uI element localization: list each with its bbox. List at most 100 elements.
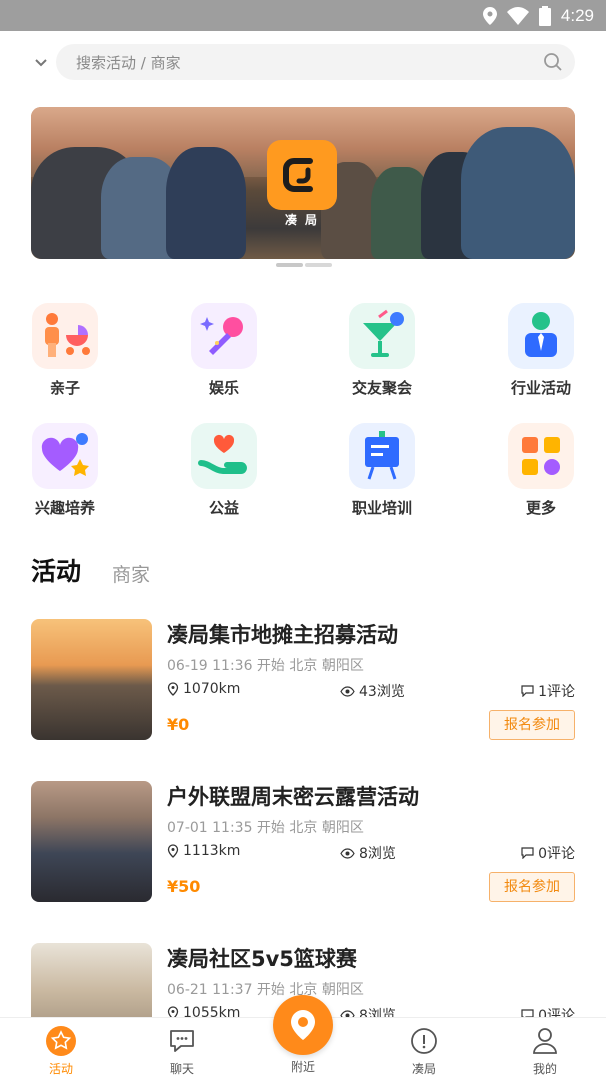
banner-person [461,127,575,259]
category-label: 娱乐 [208,379,239,397]
views-text: 43浏览 [359,684,405,700]
nav-chat[interactable]: 聊天 [142,1026,222,1077]
status-bar: 4:29 [0,0,606,31]
category-industry[interactable]: 行业活动 [491,303,591,413]
search-icon[interactable] [543,52,563,72]
category-training[interactable]: 职业培训 [332,423,432,533]
activity-title: 凑局社区5v5篮球赛 [167,947,357,971]
nav-mine[interactable]: 我的 [505,1026,585,1077]
list-item[interactable]: 户外联盟周末密云露营活动 07-01 11:35 开始 北京 朝阳区 1113k… [31,781,575,903]
category-charity[interactable]: 公益 [174,423,274,533]
category-label: 亲子 [49,379,80,397]
join-button[interactable]: 报名参加 [489,710,575,740]
nav-nearby[interactable] [273,995,333,1055]
easel-board-icon [349,423,415,489]
location-pin-icon [167,682,179,696]
chat-icon [167,1026,197,1056]
comments-text: 0评论 [538,846,575,862]
category-label: 交友聚会 [351,379,412,397]
user-icon [530,1026,560,1056]
heart-star-icon [32,423,98,489]
activity-title: 凑局集市地摊主招募活动 [167,623,398,647]
nav-activities[interactable]: 活动 [21,1026,101,1077]
views-text: 8浏览 [359,1008,396,1017]
category-hobby[interactable]: 兴趣培养 [15,423,115,533]
chevron-down-icon[interactable] [33,54,49,70]
location-pin-icon [167,844,179,858]
activity-distance: 1113km [167,843,240,859]
nav-label: 我的 [532,1062,557,1076]
distance-text: 1113km [183,843,241,859]
category-parent-child[interactable]: 亲子 [15,303,115,413]
banner-person [166,147,246,259]
comment-icon [521,1009,534,1017]
eye-icon [340,847,355,859]
distance-text: 1070km [183,681,241,697]
distance-text: 1055km [183,1005,241,1017]
activity-price: ¥50 [167,877,201,896]
search-placeholder: 搜索活动 / 商家 [76,54,181,72]
comment-icon [521,685,534,697]
activity-title: 户外联盟周末密云露营活动 [167,785,419,809]
activity-meta: 06-21 11:37 开始 北京 朝阳区 [167,982,364,998]
search-row: 搜索活动 / 商家 [0,44,606,82]
activity-thumbnail [31,781,152,902]
cocktail-icon [349,303,415,369]
comment-icon [521,847,534,859]
status-time: 4:29 [560,5,594,25]
activity-comments: 1评论 [521,681,575,701]
category-more[interactable]: 更多 [491,423,591,533]
activity-price: ¥0 [167,715,190,734]
category-label: 行业活动 [510,379,571,397]
business-person-icon [508,303,574,369]
activity-views: 8浏览 [340,1005,396,1017]
activity-views: 8浏览 [340,843,396,863]
app-logo [267,140,337,210]
battery-icon [538,5,551,26]
activity-comments: 0评论 [521,1005,575,1017]
activity-distance: 1070km [167,681,240,697]
search-input[interactable]: 搜索活动 / 商家 [56,44,575,80]
location-pin-icon [167,1006,179,1017]
activity-thumbnail [31,943,152,1017]
wifi-icon [506,6,529,25]
activity-thumbnail [31,619,152,740]
activity-meta: 06-19 11:36 开始 北京 朝阳区 [167,658,364,674]
comments-text: 0评论 [538,1008,575,1017]
tab-merchants[interactable]: 商家 [112,560,150,587]
category-label: 职业培训 [351,499,412,517]
nav-label: 凑局 [411,1062,436,1076]
eye-icon [340,1009,355,1017]
activity-distance: 1055km [167,1005,240,1017]
tab-activities[interactable]: 活动 [31,552,81,588]
category-label: 兴趣培养 [34,499,95,517]
more-grid-icon [508,423,574,489]
eye-icon [340,685,355,697]
activity-meta: 07-01 11:35 开始 北京 朝阳区 [167,820,364,836]
comments-text: 1评论 [538,684,575,700]
banner-carousel[interactable]: 凑局 [31,107,575,259]
location-icon [482,6,497,25]
map-pin-icon [291,1010,315,1040]
coju-logo-icon [283,158,313,192]
list-item[interactable]: 凑局集市地摊主招募活动 06-19 11:36 开始 北京 朝阳区 1070km… [31,619,575,741]
nav-coju[interactable]: 凑局 [384,1026,464,1077]
category-label: 公益 [208,499,239,517]
logo-caption: 凑局 [285,213,326,227]
nav-label: 附近 [290,1060,315,1074]
activity-views: 43浏览 [340,681,405,701]
category-social[interactable]: 交友聚会 [332,303,432,413]
info-circle-icon [409,1026,439,1056]
carousel-indicator [276,263,332,267]
category-label: 更多 [525,499,556,517]
views-text: 8浏览 [359,846,396,862]
join-button[interactable]: 报名参加 [489,872,575,902]
star-badge-icon [46,1026,76,1056]
charity-hand-icon [191,423,257,489]
nav-label: 活动 [48,1062,73,1076]
category-entertainment[interactable]: 娱乐 [174,303,274,413]
activity-comments: 0评论 [521,843,575,863]
microphone-icon [191,303,257,369]
parent-child-icon [32,303,98,369]
nav-label: 聊天 [169,1062,194,1076]
